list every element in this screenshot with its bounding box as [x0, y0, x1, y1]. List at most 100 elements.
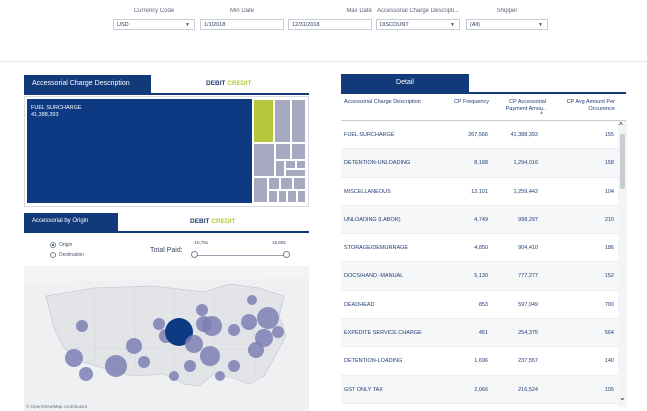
debit-credit-toggle[interactable]: DEBIT CREDIT: [206, 80, 252, 87]
tab-detail[interactable]: Detail: [341, 74, 469, 93]
tab-underline: [24, 231, 309, 233]
table-row[interactable]: GST ONLY TAX 2,066 216,524 105: [341, 375, 626, 404]
slider-min-handle[interactable]: [191, 251, 198, 258]
treemap-cell[interactable]: [285, 169, 306, 177]
map-bubble[interactable]: [79, 367, 93, 381]
debit-credit-toggle-2[interactable]: DEBIT CREDIT: [190, 218, 236, 225]
treemap-cell[interactable]: [253, 177, 268, 203]
sort-icon[interactable]: ⇣: [539, 109, 544, 116]
column-header-avg-amount[interactable]: CP Avg Amount Per Occurence: [553, 99, 615, 113]
map-bubble[interactable]: [184, 360, 196, 372]
map-bubble[interactable]: [272, 326, 284, 338]
shipper-dropdown[interactable]: (All) ▼: [466, 19, 548, 30]
treemap-cell[interactable]: [287, 190, 297, 203]
table-row[interactable]: STORAGE/DEMURRAGE 4,850 904,410 186: [341, 234, 626, 263]
treemap-cell[interactable]: [268, 177, 280, 190]
map-bubble[interactable]: [105, 355, 127, 377]
table-row[interactable]: UNLOADING (LABOR) 4,749 998,297 210: [341, 205, 626, 235]
cell-description: DETENTION-LOADING: [344, 358, 403, 365]
map-bubble[interactable]: [138, 356, 150, 368]
map-bubble[interactable]: [215, 371, 225, 381]
charge-description-tabbar: Accessorial Charge Description DEBIT CRE…: [24, 75, 309, 94]
tab-accessorial-charge-description[interactable]: Accessorial Charge Description: [24, 75, 151, 94]
origin-map[interactable]: © OpenStreetMap contributors: [24, 266, 309, 411]
table-row[interactable]: DEADHEAD 853 597,049 700: [341, 291, 626, 320]
map-bubble[interactable]: [200, 346, 220, 366]
table-row[interactable]: DETENTION-UNLOADING 8,188 1,294,016 158: [341, 149, 626, 178]
treemap-cell[interactable]: [285, 160, 296, 169]
min-date-field[interactable]: 1/1/2018: [200, 19, 284, 30]
treemap-cell[interactable]: [280, 177, 293, 190]
cell-payment-amount: 237,557: [518, 358, 538, 365]
cell-avg-amount: 700: [604, 301, 614, 308]
map-bubble[interactable]: [241, 314, 257, 330]
treemap-cell[interactable]: [293, 177, 306, 190]
cell-avg-amount: 564: [604, 330, 614, 337]
map-bubble[interactable]: [248, 342, 264, 358]
table-row[interactable]: FUEL SURCHARGE 267,566 41,388,393 155: [341, 121, 626, 150]
treemap-cell-fuel-surcharge[interactable]: FUEL SURCHARGE 41,388,393: [27, 99, 252, 203]
scroll-down-icon[interactable]: ⌄: [619, 393, 626, 402]
tab-underline: [24, 93, 309, 95]
accessorial-charge-dropdown[interactable]: DISCOUNT ▼: [376, 19, 460, 30]
cell-payment-amount: 41,388,393: [510, 132, 538, 138]
chevron-down-icon: ▼: [538, 22, 543, 28]
cell-frequency: 853: [478, 301, 488, 308]
table-body: FUEL SURCHARGE 267,566 41,388,393 155 DETENT…: [341, 121, 626, 404]
map-bubble[interactable]: [153, 318, 165, 330]
slider-max-handle[interactable]: [283, 251, 290, 258]
treemap-cell[interactable]: [278, 190, 287, 203]
scrollbar-thumb[interactable]: [620, 134, 625, 189]
treemap-cell[interactable]: [296, 160, 306, 169]
cell-avg-amount: 105: [604, 386, 614, 393]
treemap-cell[interactable]: [297, 190, 306, 203]
map-bubble[interactable]: [202, 316, 222, 336]
credit-label: CREDIT: [227, 80, 252, 87]
map-bubble[interactable]: [185, 335, 203, 353]
treemap-cell[interactable]: [275, 160, 285, 177]
treemap-cell[interactable]: [291, 99, 306, 143]
max-date-field[interactable]: 12/31/2018: [288, 19, 372, 30]
cell-frequency: 5,130: [474, 273, 488, 280]
cell-frequency: 451: [478, 330, 488, 337]
cell-avg-amount: 186: [604, 245, 614, 252]
map-bubble[interactable]: [169, 371, 179, 381]
treemap-cell[interactable]: [253, 143, 275, 177]
min-date-label: Min Date: [229, 8, 254, 14]
table-row[interactable]: EXPEDITE SERVICE CHARGE 451 254,375 564: [341, 319, 626, 348]
cell-frequency: 8,188: [474, 160, 488, 167]
table-row[interactable]: DETENTION-LOADING 1,696 237,557 140: [341, 347, 626, 376]
debit-label: DEBIT: [206, 80, 226, 87]
treemap-cell[interactable]: [275, 143, 291, 160]
tab-accessorial-by-origin[interactable]: Accessorial by Origin: [24, 213, 118, 232]
scroll-up-icon[interactable]: ^: [619, 121, 623, 130]
cell-avg-amount: 152: [604, 273, 614, 280]
treemap-cell[interactable]: [253, 99, 274, 143]
radio-destination[interactable]: Destination: [50, 250, 84, 260]
currency-code-dropdown[interactable]: USD ▼: [113, 19, 195, 30]
map-bubble[interactable]: [247, 295, 257, 305]
total-paid-slider[interactable]: [194, 255, 287, 256]
treemap-cell[interactable]: [291, 143, 306, 160]
cell-avg-amount: 210: [604, 216, 614, 223]
radio-unselected-icon: [50, 252, 56, 258]
column-header-frequency[interactable]: CP Frequency: [442, 99, 489, 106]
map-bubble[interactable]: [228, 360, 240, 372]
radio-origin[interactable]: Origin: [50, 240, 84, 250]
table-row[interactable]: DOCS/HAND -MANUAL 5,130 777,277 152: [341, 262, 626, 291]
column-header-description[interactable]: Accessorial Charge Description: [344, 99, 424, 106]
treemap-cell[interactable]: [274, 99, 291, 143]
map-bubble[interactable]: [228, 324, 240, 336]
map-bubble[interactable]: [65, 349, 83, 367]
treemap-cell[interactable]: [268, 190, 278, 203]
map-bubble[interactable]: [76, 320, 88, 332]
map-bubble[interactable]: [257, 307, 279, 329]
cell-description: STORAGE/DEMURRAGE: [344, 245, 409, 252]
table-row[interactable]: MISCELLANEOUS 12,101 1,259,442 104: [341, 178, 626, 206]
currency-code-value: USD: [117, 22, 129, 28]
accessorial-charge-label: Accessorial Charge Descripti...: [376, 8, 460, 14]
map-bubble[interactable]: [126, 338, 142, 354]
column-header-payment-amount[interactable]: CP Accessorial Payment Amou..: [491, 99, 546, 113]
accessorial-charge-value: DISCOUNT: [380, 22, 409, 28]
map-bubble[interactable]: [196, 304, 208, 316]
